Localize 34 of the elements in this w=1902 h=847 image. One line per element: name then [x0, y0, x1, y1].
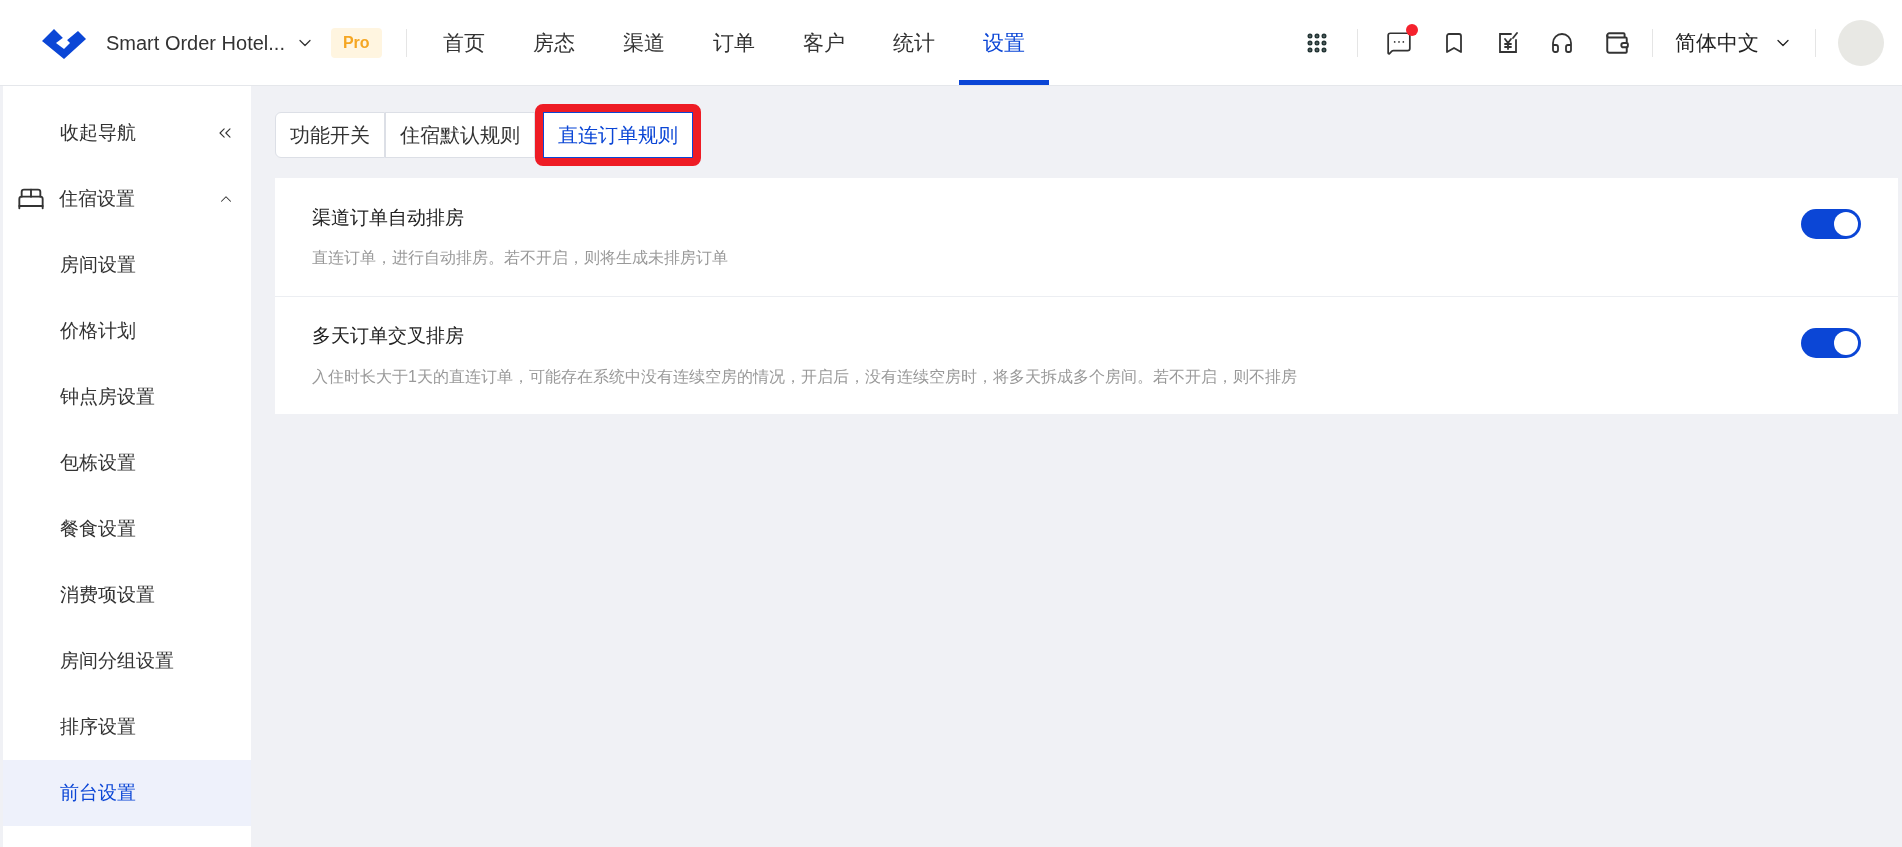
setting-title: 多天订单交叉排房	[312, 324, 465, 349]
setting-description: 直连订单，进行自动排房。若不开启，则将生成未排房订单	[312, 248, 729, 269]
sidebar-item[interactable]: 价格计划	[3, 298, 251, 364]
sidebar-item[interactable]: 包栋设置	[3, 430, 251, 496]
nav-tab[interactable]: 房态	[508, 0, 599, 85]
setting-title: 渠道订单自动排房	[312, 205, 465, 230]
sidebar-group[interactable]: 住宿设置	[3, 166, 251, 232]
language-selector[interactable]: 简体中文	[1675, 26, 1793, 59]
setting-description: 入住时长大于1天的直连订单，可能存在系统中没有连续空房的情况，开启后，没有连续空房时，将多天拆成多个房间。若不开启，则不排房	[312, 366, 1298, 387]
nav-tab[interactable]: 统计	[868, 0, 959, 85]
sidebar-item[interactable]: 消费项设置	[3, 562, 251, 628]
yen-receipt-icon[interactable]	[1496, 30, 1520, 55]
wallet-icon[interactable]	[1604, 29, 1630, 56]
toggle-switch[interactable]	[1801, 209, 1861, 239]
message-icon[interactable]	[1386, 29, 1412, 56]
plan-badge: Pro	[330, 27, 382, 58]
nav-tab[interactable]: 首页	[418, 0, 509, 85]
collapse-nav-item[interactable]: 收起导航	[3, 100, 251, 166]
sidebar-item[interactable]: 钟点房设置	[3, 364, 251, 430]
sidebar-item[interactable]: 餐食设置	[3, 496, 251, 562]
nav-tab[interactable]: 设置	[958, 0, 1049, 85]
tab[interactable]: 功能开关	[275, 112, 385, 158]
sidebar-item[interactable]: 房间分组设置	[3, 628, 251, 694]
nav-tab[interactable]: 客户	[778, 0, 869, 85]
nav-tab[interactable]: 订单	[688, 0, 779, 85]
tab[interactable]: 住宿默认规则	[385, 112, 535, 158]
sidebar-item[interactable]: 前台设置	[3, 760, 251, 826]
sidebar-item[interactable]: 排序设置	[3, 694, 251, 760]
nav-tab[interactable]: 渠道	[598, 0, 689, 85]
tab[interactable]: 直连订单规则	[543, 112, 693, 158]
toggle-switch[interactable]	[1801, 327, 1861, 358]
sidebar-item[interactable]: 房间设置	[3, 232, 251, 298]
hotel-selector[interactable]: Smart Order Hotel...	[106, 27, 315, 58]
headset-icon[interactable]	[1550, 30, 1574, 55]
